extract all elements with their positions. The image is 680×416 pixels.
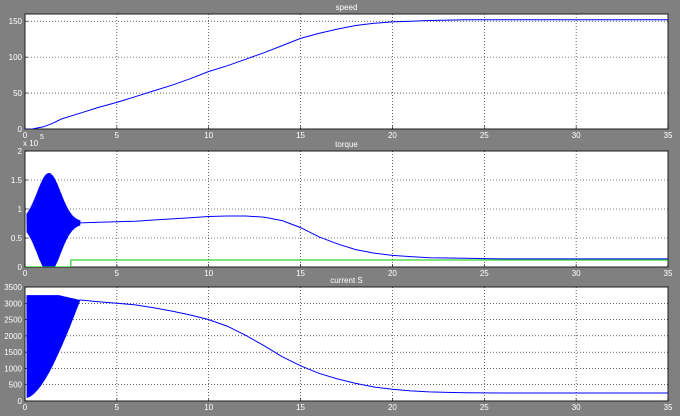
y-tick-label: 1500 (4, 348, 22, 357)
x-tick-label: 5 (115, 131, 120, 140)
y-tick-label: 0.5 (11, 234, 23, 243)
y-tick-label: 2 (18, 147, 23, 156)
y-tick-label: 1000 (4, 364, 22, 373)
exponent-prefix: x 10 (23, 139, 39, 148)
x-tick-label: 25 (480, 269, 489, 278)
x-tick-label: 30 (572, 403, 581, 412)
exponent-label: 5 (40, 134, 44, 141)
x-tick-label: 30 (572, 131, 581, 140)
scope-figure: speed0 5 10 15 20 25 30 35050100150torque0 5 10 15… (4, 3, 673, 412)
x-tick-label: 20 (388, 131, 397, 140)
x-tick-label: 10 (204, 131, 213, 140)
x-tick-label: 5 (115, 403, 120, 412)
x-tick-label: 15 (296, 403, 305, 412)
x-tick-label: 20 (388, 403, 397, 412)
x-tick-label: 0 (23, 403, 28, 412)
plot-title: current S (330, 276, 362, 285)
y-tick-label: 50 (13, 89, 22, 98)
plot-2: current S 0 5 10 15 20 25 30 35 0 500 1000 1500 2000 2… (4, 276, 673, 412)
y-tick-label: 2500 (4, 316, 22, 325)
y-tick-label: 500 (9, 381, 23, 390)
x-tick-label: 0 (23, 269, 28, 278)
x-tick-label: 25 (480, 403, 489, 412)
x-tick-label: 15 (296, 269, 305, 278)
plot-title: torque (335, 140, 358, 149)
x-tick-label: 30 (572, 269, 581, 278)
plot-1: torque0 5 10 15 20 25 30 3500.511.52x 105 (11, 134, 673, 278)
y-tick-label: 2000 (4, 332, 22, 341)
x-tick-label: 5 (115, 269, 120, 278)
y-tick-label: 0 (18, 125, 23, 134)
y-tick-label: 0 (18, 263, 23, 272)
x-tick-label: 35 (664, 403, 673, 412)
x-tick-label: 10 (204, 403, 213, 412)
x-tick-label: 15 (296, 131, 305, 140)
y-tick-label: 1 (18, 205, 23, 214)
y-tick-label: 3500 (4, 283, 22, 292)
y-tick-label: 3000 (4, 299, 22, 308)
y-tick-label: 0 (18, 397, 23, 406)
y-tick-label: 150 (9, 17, 23, 26)
x-tick-label: 20 (388, 269, 397, 278)
plot-0: speed0 5 10 15 20 25 30 35050100150 (9, 3, 673, 140)
x-tick-label: 10 (204, 269, 213, 278)
x-tick-label: 35 (664, 131, 673, 140)
x-tick-label: 25 (480, 131, 489, 140)
plot-title: speed (336, 3, 358, 12)
y-tick-label: 100 (9, 53, 23, 62)
plot-area (24, 13, 669, 130)
x-tick-label: 35 (664, 269, 673, 278)
y-tick-label: 1.5 (11, 176, 23, 185)
